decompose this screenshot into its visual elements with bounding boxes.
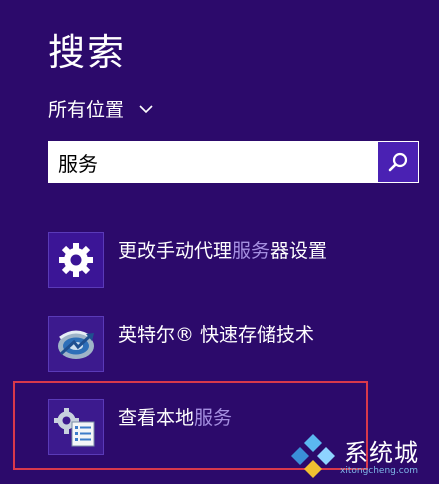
services-icon	[48, 399, 104, 455]
watermark-text: 系统城	[344, 439, 419, 467]
search-button[interactable]	[378, 142, 418, 182]
search-result-label: 更改手动代理服务器设置	[118, 240, 328, 262]
search-scope-label: 所有位置	[48, 99, 125, 121]
gear-icon	[48, 232, 104, 288]
watermark-url: xitongcheng.com	[340, 466, 418, 476]
search-result-label: 查看本地服务	[118, 407, 233, 429]
chevron-down-icon	[139, 104, 153, 113]
search-result-label: 英特尔® 快速存储技术	[118, 324, 315, 346]
search-icon	[388, 152, 408, 172]
search-result-intel-rst[interactable]: 英特尔® 快速存储技术	[48, 316, 368, 374]
search-box	[48, 141, 419, 183]
search-input[interactable]	[48, 141, 378, 183]
search-result-proxy-settings[interactable]: 更改手动代理服务器设置	[48, 232, 368, 290]
search-scope-dropdown[interactable]: 所有位置	[48, 95, 154, 122]
page-title: 搜索	[48, 31, 126, 74]
intel-rst-icon	[48, 316, 104, 372]
